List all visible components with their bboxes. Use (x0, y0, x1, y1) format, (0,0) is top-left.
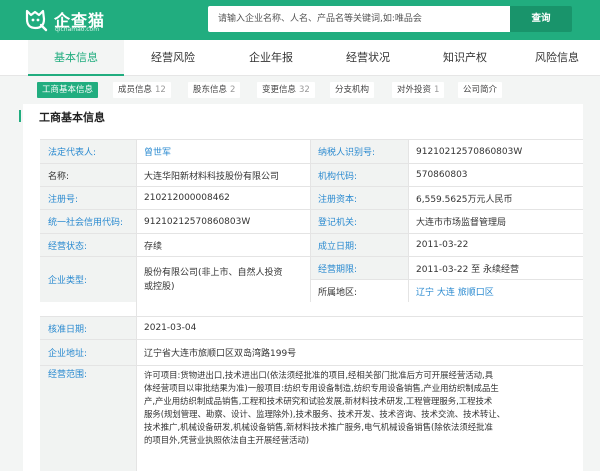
approved-value: 2021-03-04 (136, 316, 583, 339)
status-value: 存续 (136, 233, 310, 256)
grid-divider (136, 139, 137, 471)
section-accent-bar (19, 110, 21, 122)
label-address: 企业地址: (40, 339, 136, 365)
label-status: 经营状态: (40, 233, 136, 256)
legal-rep-link[interactable]: 曾世军 (136, 139, 310, 163)
label-legal-rep: 法定代表人: (40, 139, 136, 163)
subtab-changes[interactable]: 变更信息 32 (257, 82, 315, 98)
tab-risk-info[interactable]: 风险信息 (514, 40, 600, 76)
label-approved: 核准日期: (40, 316, 136, 339)
label-reg-no: 注册号: (40, 186, 136, 209)
credit-code-value: 91210212570860803W (136, 209, 310, 233)
established-value: 2011-03-22 (408, 233, 583, 256)
company-name-value: 大连华阳新材料科技股份有限公司 (136, 163, 310, 186)
section-title: 工商基本信息 (39, 111, 105, 124)
label-region: 所属地区: (310, 279, 408, 302)
business-info-panel: 工商基本信息 法定代表人: 曾世军 纳税人识别号: 91210212570860… (19, 104, 583, 471)
label-company-name: 名称: (40, 163, 136, 186)
tab-annual-report[interactable]: 企业年报 (222, 40, 320, 76)
tab-ip[interactable]: 知识产权 (416, 40, 514, 76)
search-box (208, 6, 510, 32)
label-org-code: 机构代码: (310, 163, 408, 186)
site-logo[interactable]: 企查猫 qichamao.com (24, 6, 144, 34)
address-value: 辽宁省大连市旅顺口区双岛湾路199号 (136, 339, 583, 365)
scope-line: 许可项目:货物进出口,技术进出口(依法须经批准的项目,经相关部门批准后方可开展经… (144, 370, 494, 380)
authority-value: 大连市市场监督管理局 (408, 209, 583, 233)
subtab-members[interactable]: 成员信息 12 (113, 82, 171, 98)
main-tab-bar: 基本信息 经营风险 企业年报 经营状况 知识产权 风险信息 (0, 40, 600, 76)
subtab-label: 工商基本信息 (42, 85, 94, 95)
company-type-line: 股份有限公司(非上市、自然人投资 (144, 267, 283, 278)
subtab-business-info[interactable]: 工商基本信息 (37, 82, 99, 98)
business-scope-value: 许可项目:货物进出口,技术进出口(依法须经批准的项目,经相关部门批准后方可开展经… (136, 365, 583, 471)
scope-line: 体经营项目以审批结果为准)一般项目:纺织专用设备制造,纺织专用设备销售,产业用纺… (144, 383, 499, 393)
scope-line: 产,产业用纺织制成品销售,工程和技术研究和试验发展,新材料技术研发,工程管理服务… (144, 396, 493, 406)
label-reg-capital: 注册资本: (310, 186, 408, 209)
top-header: 企查猫 qichamao.com 查询 (0, 0, 600, 40)
label-taxpayer-id: 纳税人识别号: (310, 139, 408, 163)
scope-line: 服务(规划管理、勘察、设计、监理除外),技术服务、技术开发、技术咨询、技术交流、… (144, 409, 505, 419)
reg-no-value: 210212000008462 (136, 186, 310, 209)
label-business-scope: 经营范围: (40, 365, 136, 471)
subtab-shareholders[interactable]: 股东信息 2 (188, 82, 241, 98)
tab-operating-risk[interactable]: 经营风险 (124, 40, 222, 76)
subtab-count: 2 (230, 85, 236, 95)
grid-divider (408, 139, 409, 302)
scope-line: 的项目外,凭营业执照依法自主开展经营活动) (144, 435, 310, 445)
subtab-branches[interactable]: 分支机构 (330, 82, 375, 98)
subtab-label: 变更信息 (262, 85, 297, 95)
subtab-count: 12 (155, 85, 166, 95)
subtab-label: 成员信息 (118, 85, 153, 95)
label-established: 成立日期: (310, 233, 408, 256)
subtab-label: 公司简介 (463, 85, 498, 95)
tab-operating-status[interactable]: 经营状况 (320, 40, 416, 76)
cat-logo-icon (25, 9, 48, 32)
tab-basic-info[interactable]: 基本信息 (28, 40, 124, 76)
company-type-line: 或控股) (144, 281, 175, 292)
label-period: 经营期限: (310, 256, 408, 279)
search-button[interactable]: 查询 (510, 6, 572, 32)
label-company-type: 企业类型: (40, 256, 136, 302)
logo-domain: qichamao.com (55, 26, 100, 33)
label-credit-code: 统一社会信用代码: (40, 209, 136, 233)
subtab-label: 分支机构 (335, 85, 370, 95)
region-link[interactable]: 辽宁 大连 旅顺口区 (408, 279, 583, 302)
company-type-value: 股份有限公司(非上市、自然人投资 或控股) (136, 256, 310, 302)
subtab-count: 32 (299, 85, 310, 95)
sub-tab-bar: 工商基本信息 成员信息 12 股东信息 2 变更信息 32 分支机构 对外投资 1 公司… (0, 76, 600, 104)
label-authority: 登记机关: (310, 209, 408, 233)
period-value: 2011-03-22 至 永续经营 (408, 256, 583, 279)
org-code-value: 570860803 (408, 163, 583, 186)
grid-divider (310, 139, 311, 302)
subtab-investments[interactable]: 对外投资 1 (392, 82, 445, 98)
subtab-label: 股东信息 (193, 85, 228, 95)
reg-capital-value: 6,559.5625万元人民币 (408, 186, 583, 209)
subtab-count: 1 (434, 85, 440, 95)
search-input[interactable] (208, 6, 510, 32)
subtab-company-profile[interactable]: 公司简介 (458, 82, 503, 98)
scope-line: 技术推广,机械设备研发,机械设备销售,新材料技术推广服务,电气机械设备销售(除依… (144, 422, 493, 432)
subtab-label: 对外投资 (397, 85, 432, 95)
taxpayer-id-value: 91210212570860803W (408, 139, 583, 163)
